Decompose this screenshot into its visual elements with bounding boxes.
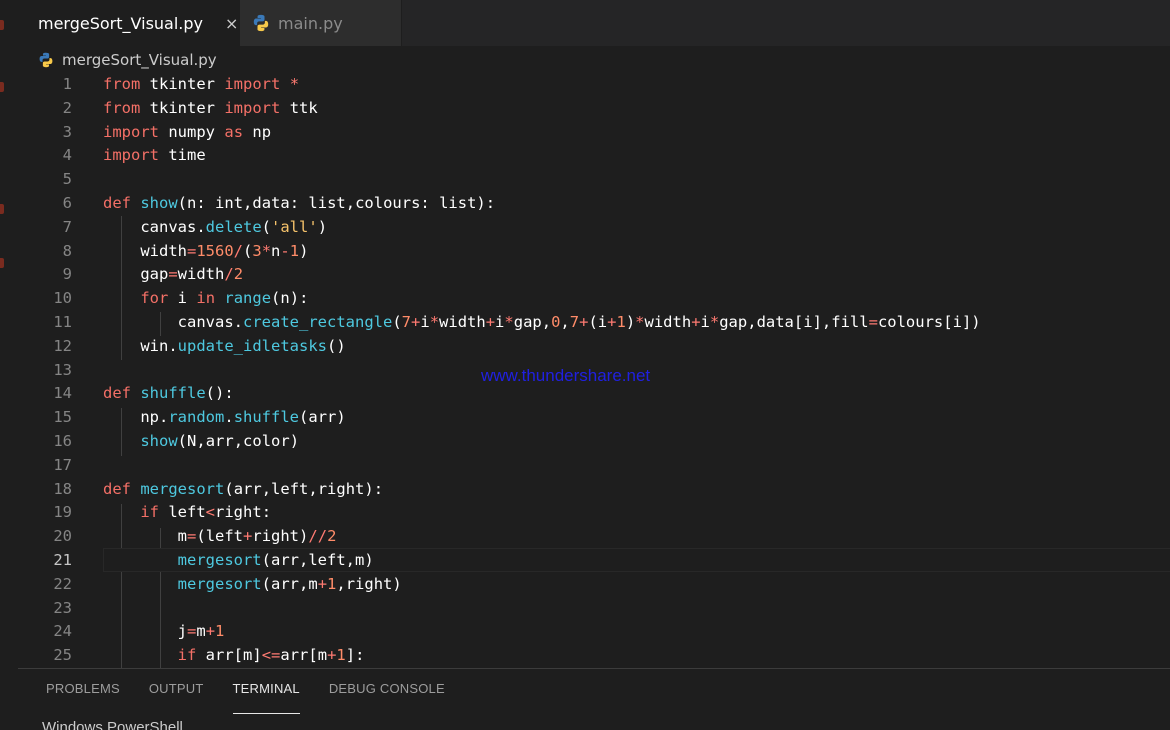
code-line[interactable]: 16 show(N,arr,color) <box>18 429 1170 453</box>
breadcrumb[interactable]: mergeSort_Visual.py <box>38 48 217 72</box>
code-line[interactable]: 11 canvas.create_rectangle(7+i*width+i*g… <box>18 310 1170 334</box>
scm-marker <box>0 204 4 214</box>
vscode-window: mergeSort_Visual.py × main.py mergeSort_… <box>0 0 1170 730</box>
line-number: 21 <box>53 551 72 569</box>
line-number: 1 <box>62 75 72 93</box>
code-text[interactable]: def shuffle(): <box>103 381 234 405</box>
code-text[interactable]: if arr[m]<=arr[m+1]: <box>103 643 365 667</box>
code-text[interactable]: mergesort(arr,m+1,right) <box>103 572 402 596</box>
terminal-output[interactable]: Windows PowerShell <box>42 719 183 730</box>
line-number: 11 <box>53 313 72 331</box>
code-line[interactable]: 19 if left<right: <box>18 500 1170 524</box>
code-line[interactable]: 15 np.random.shuffle(arr) <box>18 405 1170 429</box>
code-text[interactable]: for i in range(n): <box>103 286 308 310</box>
code-text[interactable]: width=1560/(3*n-1) <box>103 239 308 263</box>
line-number: 14 <box>53 384 72 403</box>
tab-mergesort-visual[interactable]: mergeSort_Visual.py × <box>18 0 240 46</box>
code-line[interactable]: 22 mergesort(arr,m+1,right) <box>18 572 1170 596</box>
code-text[interactable]: import time <box>103 143 206 167</box>
line-number: 24 <box>53 622 72 641</box>
line-number: 3 <box>62 122 72 141</box>
line-number: 4 <box>62 146 72 165</box>
code-line[interactable]: 4 import time <box>18 143 1170 167</box>
line-number: 6 <box>62 194 72 212</box>
code-line[interactable]: 10 for i in range(n): <box>18 286 1170 310</box>
bottom-panel: PROBLEMS OUTPUT TERMINAL DEBUG CONSOLE W… <box>18 668 1170 730</box>
code-text[interactable]: canvas.create_rectangle(7+i*width+i*gap,… <box>103 310 981 334</box>
line-number: 13 <box>53 360 72 379</box>
code-line[interactable]: 18 def mergesort(arr,left,right): <box>18 477 1170 501</box>
line-number: 25 <box>53 646 72 665</box>
activity-gutter <box>0 0 18 730</box>
line-number: 10 <box>53 289 72 308</box>
scm-marker <box>0 20 4 30</box>
line-number: 15 <box>53 408 72 427</box>
close-icon[interactable]: × <box>225 14 238 33</box>
line-number: 16 <box>53 432 72 450</box>
python-icon <box>39 52 53 68</box>
watermark: www.thundershare.net <box>481 366 651 385</box>
line-number: 17 <box>53 455 72 474</box>
tab-problems[interactable]: PROBLEMS <box>46 681 120 713</box>
code-line[interactable]: 6 def show(n: int,data: list,colours: lis… <box>18 191 1170 215</box>
tab-main[interactable]: main.py <box>240 0 402 46</box>
code-line[interactable]: 12 win.update_idletasks() <box>18 334 1170 358</box>
code-line[interactable]: 23 <box>18 596 1170 620</box>
editor-tab-bar: mergeSort_Visual.py × main.py <box>18 0 1170 46</box>
code-line[interactable]: 17 <box>18 453 1170 477</box>
python-icon <box>253 14 269 32</box>
tab-label: main.py <box>278 13 343 33</box>
line-number: 5 <box>62 170 72 189</box>
line-number: 12 <box>53 336 72 355</box>
code-line[interactable]: 5 <box>18 167 1170 191</box>
line-number: 23 <box>53 598 72 617</box>
code-line[interactable]: 20 m=(left+right)//2 <box>18 524 1170 548</box>
code-line[interactable]: 24 j=m+1 <box>18 619 1170 643</box>
code-text[interactable]: from tkinter import * <box>103 72 299 96</box>
code-text[interactable]: from tkinter import ttk <box>103 96 318 120</box>
line-number: 9 <box>62 265 72 284</box>
line-number: 18 <box>53 479 72 498</box>
code-line[interactable]: 3 import numpy as np <box>18 120 1170 144</box>
tab-terminal[interactable]: TERMINAL <box>232 681 300 714</box>
tab-debug-console[interactable]: DEBUG CONSOLE <box>329 681 445 713</box>
line-number: 8 <box>62 241 72 260</box>
line-number: 19 <box>53 503 72 522</box>
code-line[interactable]: 9 gap=width/2 <box>18 262 1170 286</box>
line-number: 7 <box>62 217 72 236</box>
panel-tabs: PROBLEMS OUTPUT TERMINAL DEBUG CONSOLE <box>46 681 474 714</box>
code-line[interactable]: 8 width=1560/(3*n-1) <box>18 239 1170 263</box>
code-text[interactable]: canvas.delete('all') <box>103 215 327 239</box>
line-number: 2 <box>62 98 72 117</box>
code-text[interactable]: win.update_idletasks() <box>103 334 345 358</box>
code-text[interactable]: gap=width/2 <box>103 262 243 286</box>
code-line[interactable]: 1 from tkinter import * <box>18 72 1170 96</box>
code-text[interactable]: j=m+1 <box>103 619 225 643</box>
scm-marker <box>0 82 4 92</box>
code-text[interactable]: mergesort(arr,left,m) <box>103 548 374 572</box>
code-text[interactable]: if left<right: <box>103 500 271 524</box>
tab-output[interactable]: OUTPUT <box>149 681 204 713</box>
code-line[interactable]: 25 if arr[m]<=arr[m+1]: <box>18 643 1170 667</box>
code-line[interactable]: 2 from tkinter import ttk <box>18 96 1170 120</box>
code-line[interactable]: 7 canvas.delete('all') <box>18 215 1170 239</box>
scm-marker <box>0 258 4 268</box>
tab-label: mergeSort_Visual.py <box>38 13 203 33</box>
code-text[interactable]: show(N,arr,color) <box>103 429 299 453</box>
line-number: 20 <box>53 527 72 546</box>
code-line[interactable]: 21 mergesort(arr,left,m) <box>18 548 1170 572</box>
line-number: 22 <box>53 574 72 593</box>
code-text[interactable]: def mergesort(arr,left,right): <box>103 477 383 501</box>
code-text[interactable]: m=(left+right)//2 <box>103 524 337 548</box>
code-text[interactable]: import numpy as np <box>103 120 271 144</box>
breadcrumb-file: mergeSort_Visual.py <box>62 51 217 69</box>
code-text[interactable]: np.random.shuffle(arr) <box>103 405 345 429</box>
code-text[interactable]: def show(n: int,data: list,colours: list… <box>103 191 495 215</box>
